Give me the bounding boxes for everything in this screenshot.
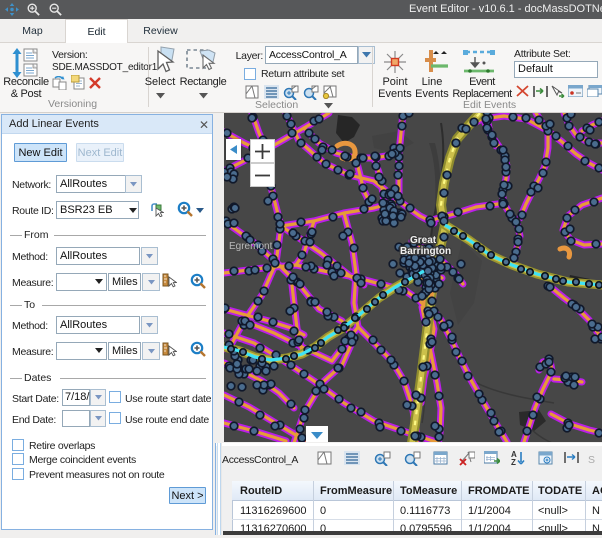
svg-text:Z: Z (511, 458, 516, 466)
svg-text:Great: Great (410, 235, 437, 246)
svg-text:Barrington: Barrington (400, 246, 451, 257)
svg-text:Egremont: Egremont (229, 241, 273, 252)
